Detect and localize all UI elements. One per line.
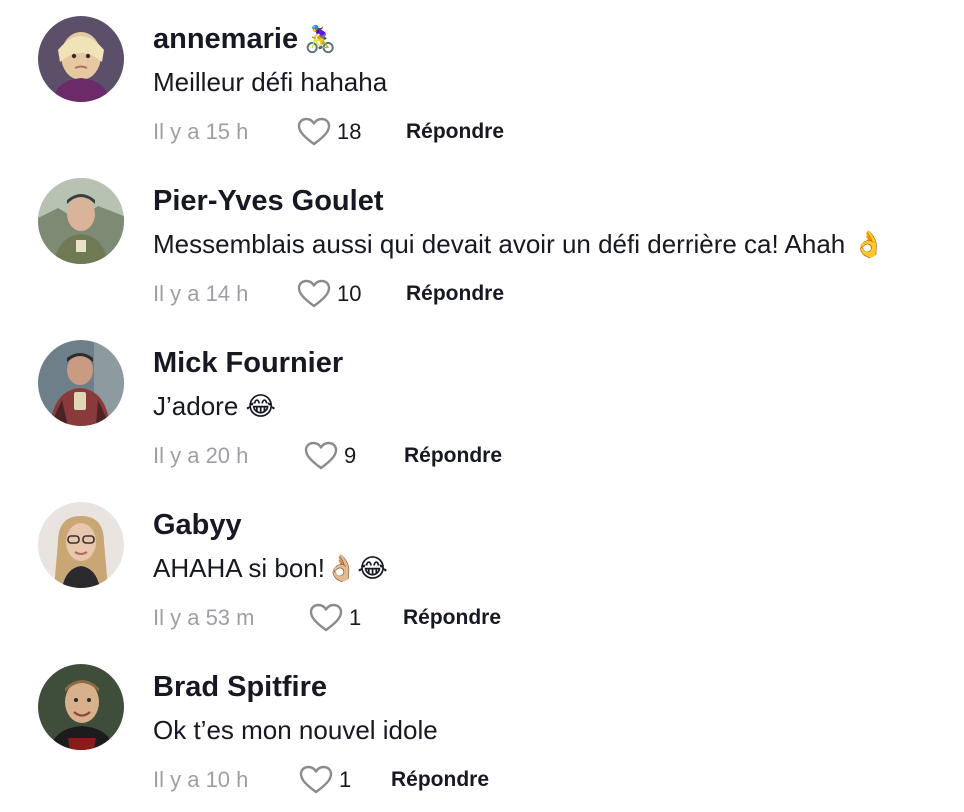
comment-item: Brad Spitfire Ok t’es mon nouvel idole I… bbox=[0, 648, 964, 810]
avatar[interactable] bbox=[38, 664, 124, 750]
like-button[interactable]: 10 bbox=[297, 276, 361, 312]
like-count: 9 bbox=[344, 443, 357, 468]
like-button[interactable]: 1 bbox=[309, 600, 361, 636]
heart-icon bbox=[304, 441, 338, 470]
comment-meta: Il y a 15 h 18 Répondre bbox=[153, 114, 573, 150]
like-button[interactable]: 1 bbox=[299, 762, 351, 798]
like-count: 18 bbox=[337, 119, 362, 144]
comment-meta: Il y a 20 h 9 Répondre bbox=[153, 438, 573, 474]
comment-item: Gabyy AHAHA si bon!👌🏼😂 Il y a 53 m 1 Rép… bbox=[0, 486, 964, 648]
reply-button[interactable]: Répondre bbox=[403, 603, 501, 633]
like-count: 10 bbox=[337, 281, 362, 306]
heart-icon bbox=[297, 117, 331, 146]
comment-username[interactable]: annemarie 🚴‍♀️ bbox=[153, 19, 336, 59]
comment-time: Il y a 15 h bbox=[153, 119, 249, 144]
avatar[interactable] bbox=[38, 340, 124, 426]
reply-button[interactable]: Répondre bbox=[406, 279, 504, 309]
comment-meta: Il y a 53 m 1 Répondre bbox=[153, 600, 573, 636]
like-button[interactable]: 18 bbox=[297, 114, 361, 150]
comment-time: Il y a 53 m bbox=[153, 605, 255, 630]
avatar-image bbox=[38, 340, 124, 426]
avatar-image bbox=[38, 16, 124, 102]
heart-icon bbox=[297, 279, 331, 308]
avatar-image bbox=[38, 502, 124, 588]
comment-meta: Il y a 10 h 1 Répondre bbox=[153, 762, 573, 798]
like-button[interactable]: 9 bbox=[304, 438, 356, 474]
reply-button[interactable]: Répondre bbox=[404, 441, 502, 471]
comment-item: annemarie 🚴‍♀️ Meilleur défi hahaha Il y … bbox=[0, 0, 964, 162]
avatar-image bbox=[38, 664, 124, 750]
comment-text: Meilleur défi hahaha bbox=[153, 67, 388, 97]
reply-button[interactable]: Répondre bbox=[391, 765, 489, 795]
comment-text: AHAHA si bon!👌🏼😂 bbox=[153, 553, 388, 583]
avatar-image bbox=[38, 178, 124, 264]
comment-meta: Il y a 14 h 10 Répondre bbox=[153, 276, 573, 312]
username-text: annemarie bbox=[153, 23, 299, 55]
comment-time: Il y a 20 h bbox=[153, 443, 249, 468]
heart-icon bbox=[299, 765, 333, 794]
avatar[interactable] bbox=[38, 178, 124, 264]
comment-text: J’adore 😂 bbox=[153, 391, 276, 421]
comment-text: Ok t’es mon nouvel idole bbox=[153, 715, 438, 745]
comment-username[interactable]: Gabyy bbox=[153, 505, 242, 545]
comment-item: Pier-Yves Goulet Messemblais aussi qui d… bbox=[0, 162, 964, 324]
like-count: 1 bbox=[349, 605, 362, 630]
comment-username[interactable]: Mick Fournier bbox=[153, 343, 343, 383]
username-emoji: 🚴‍♀️ bbox=[304, 24, 337, 54]
reply-button[interactable]: Répondre bbox=[406, 117, 504, 147]
like-count: 1 bbox=[339, 767, 352, 792]
comment-username[interactable]: Pier-Yves Goulet bbox=[153, 181, 384, 221]
comment-time: Il y a 14 h bbox=[153, 281, 249, 306]
comment-username[interactable]: Brad Spitfire bbox=[153, 667, 327, 707]
comment-time: Il y a 10 h bbox=[153, 767, 249, 792]
comment-text: Messemblais aussi qui devait avoir un dé… bbox=[153, 229, 885, 259]
avatar[interactable] bbox=[38, 502, 124, 588]
heart-icon bbox=[309, 603, 343, 632]
comment-item: Mick Fournier J’adore 😂 Il y a 20 h 9 Ré… bbox=[0, 324, 964, 486]
avatar[interactable] bbox=[38, 16, 124, 102]
